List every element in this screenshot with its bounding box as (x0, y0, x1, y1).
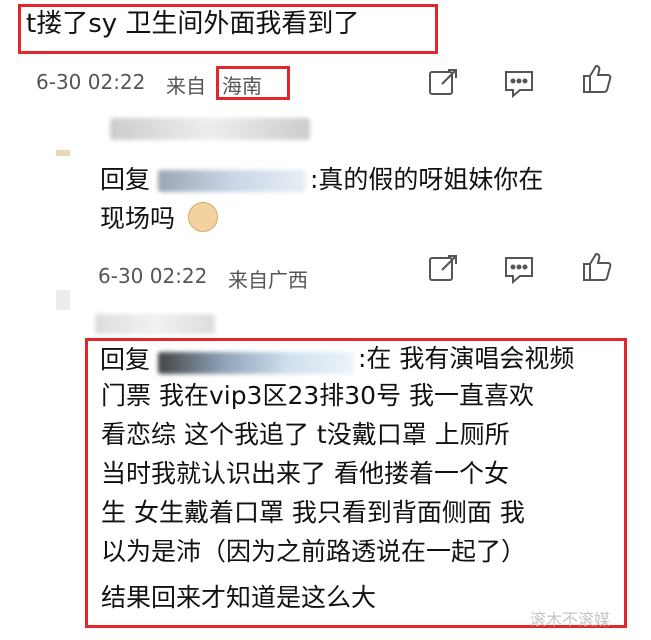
reply2-line-3: 看恋综 这个我追了 t没戴口罩 上厕所 (101, 420, 510, 449)
cat-emoji-icon (188, 202, 218, 232)
blurred-reply1-username (158, 170, 306, 192)
reply-indicator-2 (56, 290, 70, 310)
like-icon[interactable] (580, 250, 614, 284)
reply-indicator-1 (56, 150, 70, 156)
share-icon[interactable] (426, 66, 460, 100)
comment-text: t搂了sy 卫生间外面我看到了 (26, 9, 360, 39)
reply2-line-4: 当时我就认识出来了 看他搂着一个女 (101, 459, 509, 488)
share-icon[interactable] (426, 252, 460, 286)
comment-from-label: 来自 (166, 74, 206, 98)
comment-location: 海南 (222, 74, 262, 98)
comment-icon[interactable] (502, 66, 536, 100)
reply2-line-2: 门票 我在vip3区23排30号 我一直喜欢 (101, 381, 535, 410)
reply1-from: 来自广西 (228, 268, 308, 292)
blurred-reply2-username (158, 352, 354, 374)
reply1-time: 6-30 02:22 (98, 264, 208, 288)
like-icon[interactable] (580, 62, 614, 96)
reply2-prefix: 回复 (100, 345, 151, 374)
reply1-prefix: 回复 (100, 165, 151, 194)
blurred-username-2 (95, 314, 215, 334)
reply2-line-1: :在 我有演唱会视频 (358, 344, 575, 373)
blurred-username (110, 118, 310, 140)
reply1-text-line2: 现场吗 (100, 204, 176, 233)
reply2-line-7: 结果回来才知道是这么大 (101, 583, 377, 612)
comment-time: 6-30 02:22 (36, 70, 146, 94)
comment-icon[interactable] (502, 252, 536, 286)
reply2-line-6: 以为是沛（因为之前路透说在一起了） (101, 537, 527, 566)
reply1-text-line1: :真的假的呀姐妹你在 (310, 165, 544, 194)
reply2-line-5: 生 女生戴着口罩 我只看到背面侧面 我 (101, 498, 525, 527)
watermark: 滚木不滚媒 (530, 610, 611, 629)
